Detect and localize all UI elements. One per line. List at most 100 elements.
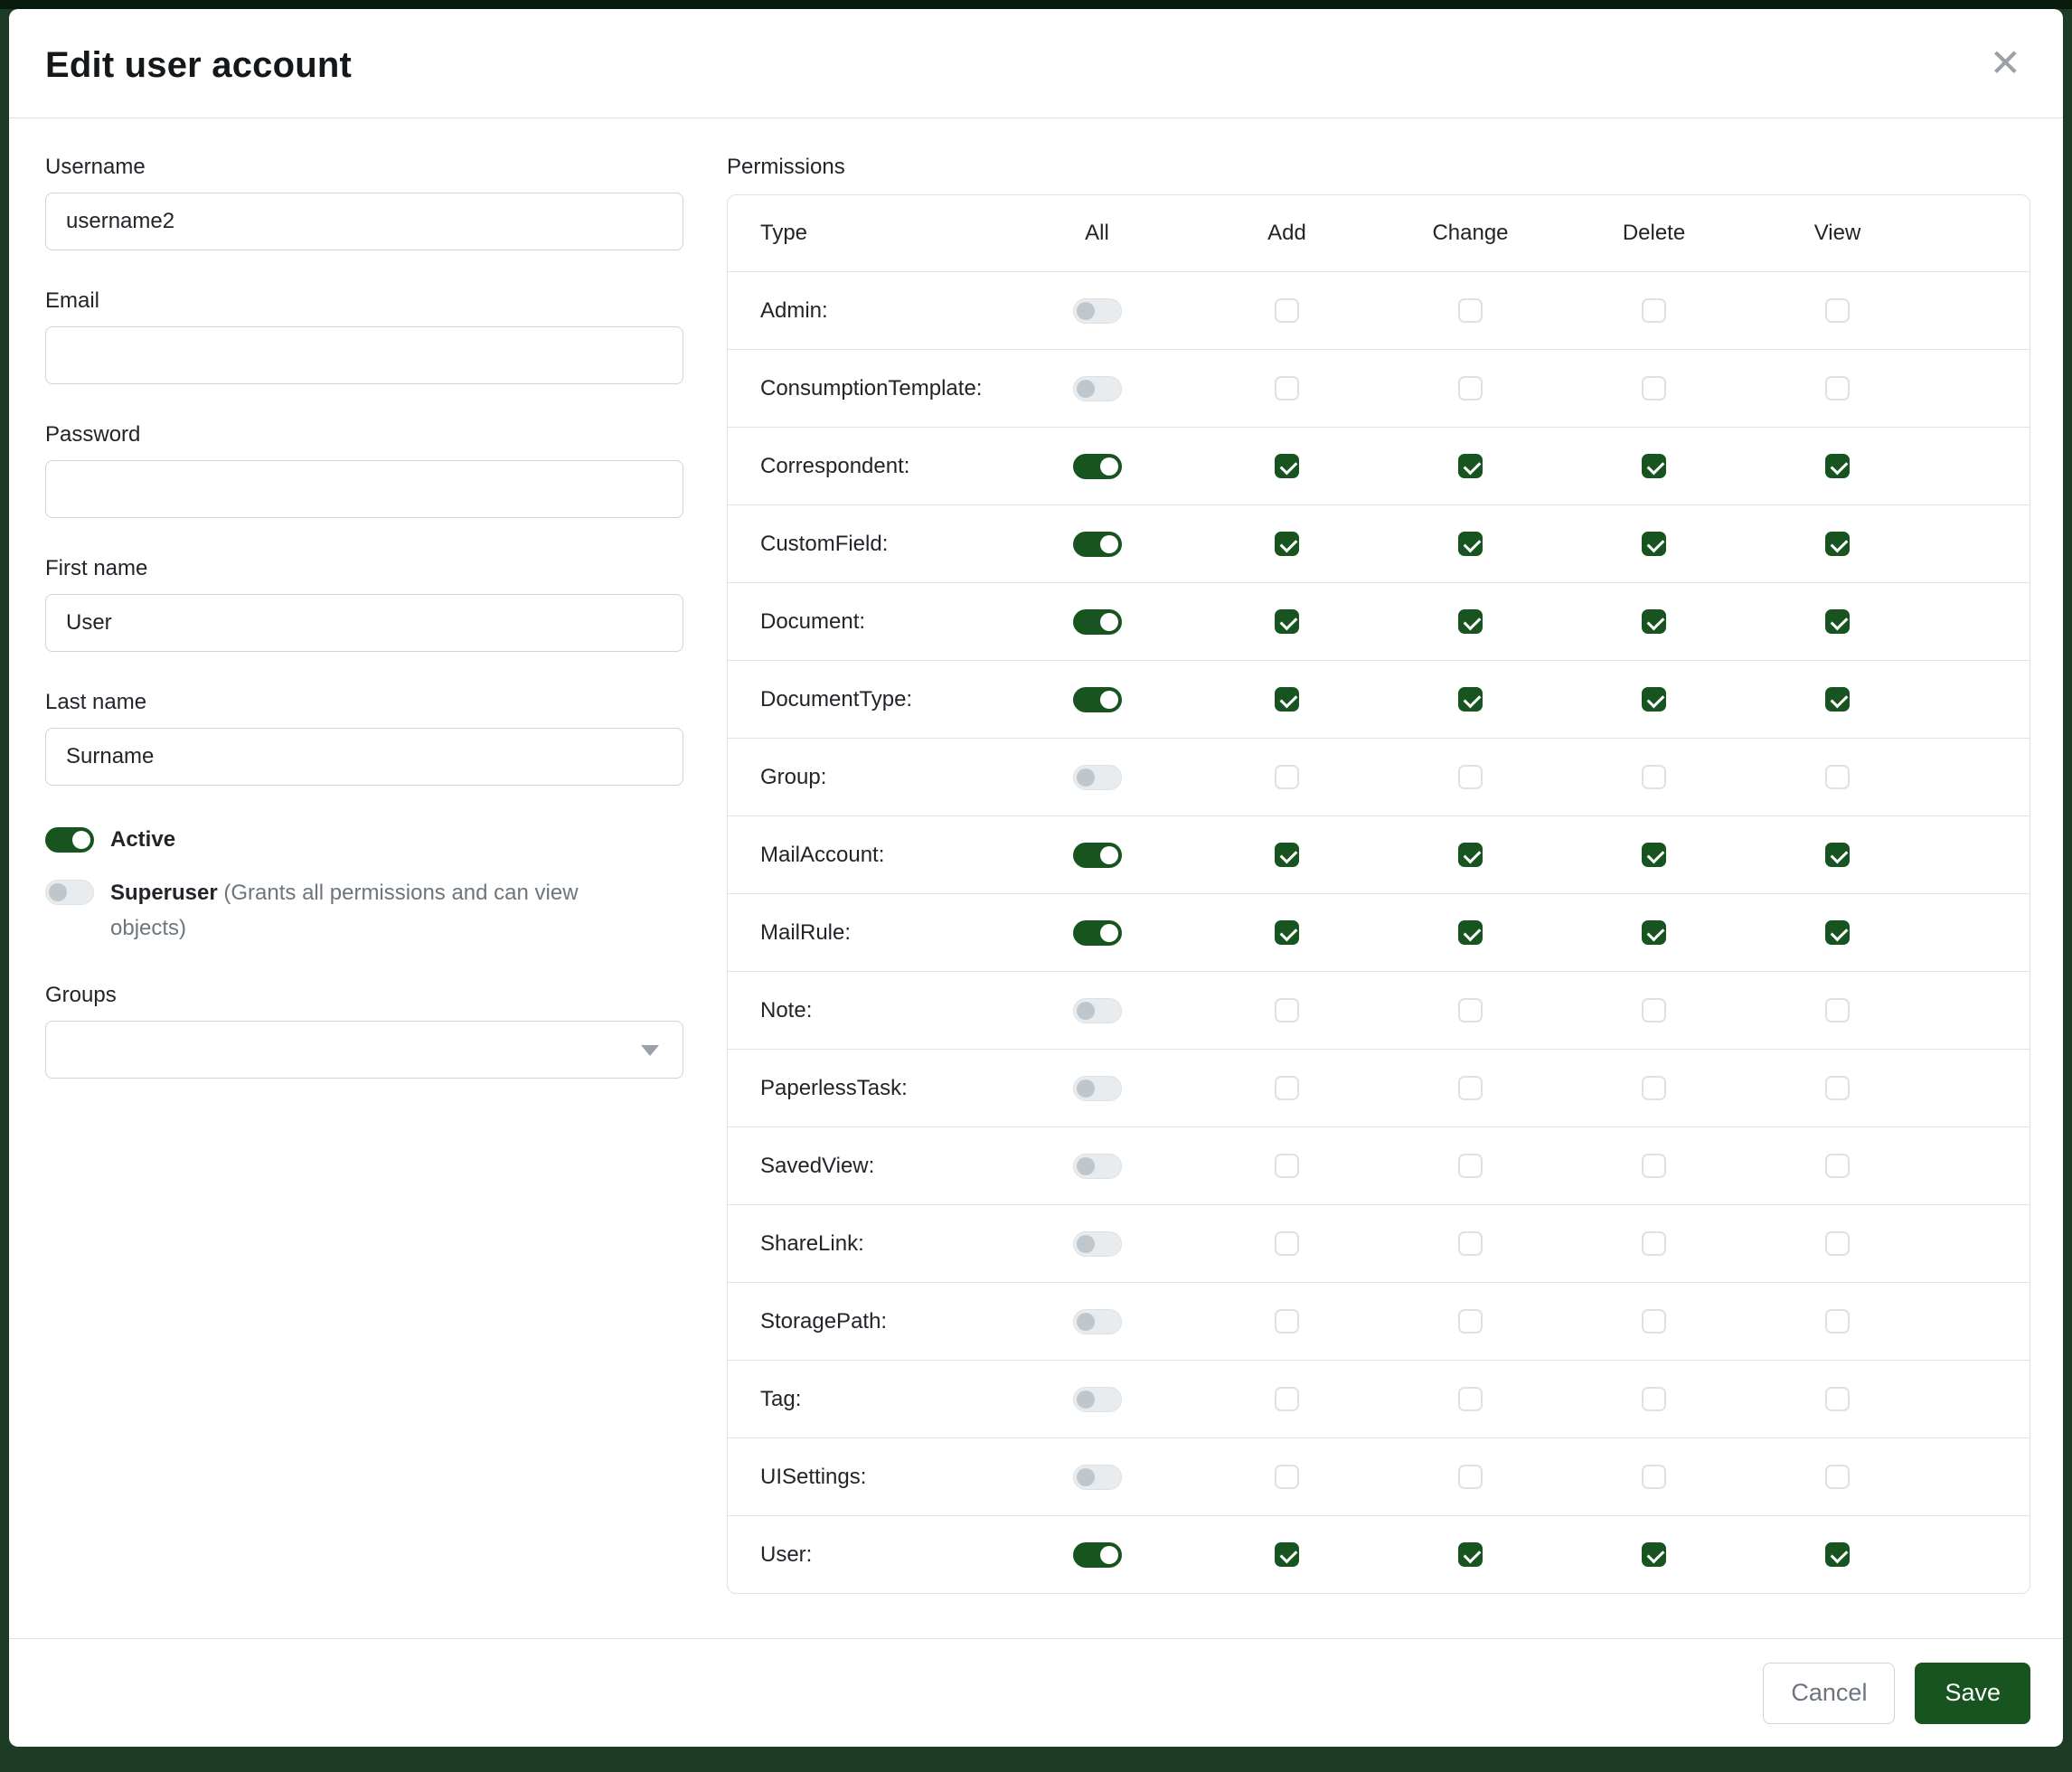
permission-all-toggle[interactable] [1073, 1154, 1122, 1179]
permission-view-checkbox[interactable] [1825, 1231, 1850, 1256]
permission-add-checkbox[interactable] [1275, 1231, 1299, 1256]
permission-change-checkbox[interactable] [1458, 1387, 1483, 1411]
permission-change-checkbox[interactable] [1458, 532, 1483, 556]
permission-change-checkbox[interactable] [1458, 454, 1483, 478]
column-header-view: View [1746, 221, 1929, 246]
permission-delete-checkbox[interactable] [1642, 843, 1666, 867]
permission-change-checkbox[interactable] [1458, 376, 1483, 401]
permission-add-checkbox[interactable] [1275, 765, 1299, 789]
close-icon[interactable]: ✕ [1984, 43, 2027, 83]
active-toggle[interactable] [45, 827, 94, 853]
permission-view-checkbox[interactable] [1825, 765, 1850, 789]
permission-change-checkbox[interactable] [1458, 843, 1483, 867]
permission-all-toggle[interactable] [1073, 532, 1122, 557]
permission-change-checkbox[interactable] [1458, 1542, 1483, 1567]
permission-all-toggle[interactable] [1073, 454, 1122, 479]
permission-view-checkbox[interactable] [1825, 1387, 1850, 1411]
permission-add-checkbox[interactable] [1275, 1387, 1299, 1411]
permission-add-checkbox[interactable] [1275, 454, 1299, 478]
password-input[interactable] [45, 460, 683, 518]
permission-delete-checkbox[interactable] [1642, 920, 1666, 945]
permission-delete-checkbox[interactable] [1642, 298, 1666, 323]
permission-delete-checkbox[interactable] [1642, 1154, 1666, 1178]
permission-change-checkbox[interactable] [1458, 920, 1483, 945]
last-name-input[interactable] [45, 728, 683, 786]
permission-add-checkbox[interactable] [1275, 1465, 1299, 1489]
permission-view-checkbox[interactable] [1825, 1154, 1850, 1178]
permission-view-checkbox[interactable] [1825, 1465, 1850, 1489]
permission-add-checkbox[interactable] [1275, 1154, 1299, 1178]
permission-all-toggle[interactable] [1073, 1542, 1122, 1568]
permission-change-checkbox[interactable] [1458, 1076, 1483, 1100]
permission-add-checkbox[interactable] [1275, 687, 1299, 712]
permission-all-toggle[interactable] [1073, 687, 1122, 712]
permission-delete-checkbox[interactable] [1642, 1076, 1666, 1100]
permission-view-checkbox[interactable] [1825, 1309, 1850, 1334]
permission-delete-checkbox[interactable] [1642, 376, 1666, 401]
permission-view-checkbox[interactable] [1825, 376, 1850, 401]
permission-add-checkbox[interactable] [1275, 1309, 1299, 1334]
permission-change-checkbox[interactable] [1458, 1231, 1483, 1256]
permission-change-checkbox[interactable] [1458, 1465, 1483, 1489]
permission-delete-checkbox[interactable] [1642, 1465, 1666, 1489]
permission-all-toggle[interactable] [1073, 920, 1122, 946]
permission-all-toggle[interactable] [1073, 609, 1122, 635]
permission-change-checkbox[interactable] [1458, 998, 1483, 1023]
permission-add-checkbox[interactable] [1275, 1076, 1299, 1100]
permission-view-checkbox[interactable] [1825, 843, 1850, 867]
permission-all-toggle[interactable] [1073, 1076, 1122, 1101]
permission-all-toggle[interactable] [1073, 1465, 1122, 1490]
permission-delete-checkbox[interactable] [1642, 687, 1666, 712]
username-input[interactable] [45, 193, 683, 250]
permission-delete-checkbox[interactable] [1642, 609, 1666, 634]
permission-delete-checkbox[interactable] [1642, 765, 1666, 789]
cancel-button[interactable]: Cancel [1763, 1663, 1895, 1724]
permission-delete-checkbox[interactable] [1642, 454, 1666, 478]
permission-row: Tag: [728, 1360, 2030, 1437]
permission-all-toggle[interactable] [1073, 376, 1122, 401]
permission-view-checkbox[interactable] [1825, 454, 1850, 478]
save-button[interactable]: Save [1915, 1663, 2030, 1724]
permission-view-checkbox[interactable] [1825, 687, 1850, 712]
permission-add-checkbox[interactable] [1275, 609, 1299, 634]
permission-all-toggle[interactable] [1073, 765, 1122, 790]
permission-all-toggle[interactable] [1073, 1231, 1122, 1257]
permission-add-checkbox[interactable] [1275, 920, 1299, 945]
permission-view-checkbox[interactable] [1825, 298, 1850, 323]
permission-change-checkbox[interactable] [1458, 609, 1483, 634]
permission-add-checkbox[interactable] [1275, 998, 1299, 1023]
permission-delete-checkbox[interactable] [1642, 1542, 1666, 1567]
permission-delete-checkbox[interactable] [1642, 998, 1666, 1023]
permission-change-checkbox[interactable] [1458, 298, 1483, 323]
permission-view-checkbox[interactable] [1825, 1542, 1850, 1567]
permission-change-checkbox[interactable] [1458, 1309, 1483, 1334]
permission-view-checkbox[interactable] [1825, 1076, 1850, 1100]
email-input[interactable] [45, 326, 683, 384]
permission-delete-checkbox[interactable] [1642, 1387, 1666, 1411]
permission-view-checkbox[interactable] [1825, 532, 1850, 556]
permission-change-checkbox[interactable] [1458, 1154, 1483, 1178]
groups-select[interactable] [45, 1021, 683, 1079]
permission-change-checkbox[interactable] [1458, 765, 1483, 789]
permission-change-checkbox[interactable] [1458, 687, 1483, 712]
permission-all-toggle[interactable] [1073, 998, 1122, 1023]
modal-footer: Cancel Save [9, 1638, 2063, 1747]
first-name-input[interactable] [45, 594, 683, 652]
permission-add-checkbox[interactable] [1275, 1542, 1299, 1567]
permission-all-toggle[interactable] [1073, 1309, 1122, 1334]
superuser-toggle[interactable] [45, 880, 94, 905]
permission-all-toggle[interactable] [1073, 1387, 1122, 1412]
permission-add-checkbox[interactable] [1275, 298, 1299, 323]
permission-all-toggle[interactable] [1073, 298, 1122, 324]
permission-view-checkbox[interactable] [1825, 920, 1850, 945]
permission-all-toggle[interactable] [1073, 843, 1122, 868]
permission-row: CustomField: [728, 504, 2030, 582]
permission-delete-checkbox[interactable] [1642, 1309, 1666, 1334]
permission-view-checkbox[interactable] [1825, 609, 1850, 634]
permission-add-checkbox[interactable] [1275, 532, 1299, 556]
permission-view-checkbox[interactable] [1825, 998, 1850, 1023]
permission-delete-checkbox[interactable] [1642, 532, 1666, 556]
permission-add-checkbox[interactable] [1275, 376, 1299, 401]
permission-add-checkbox[interactable] [1275, 843, 1299, 867]
permission-delete-checkbox[interactable] [1642, 1231, 1666, 1256]
